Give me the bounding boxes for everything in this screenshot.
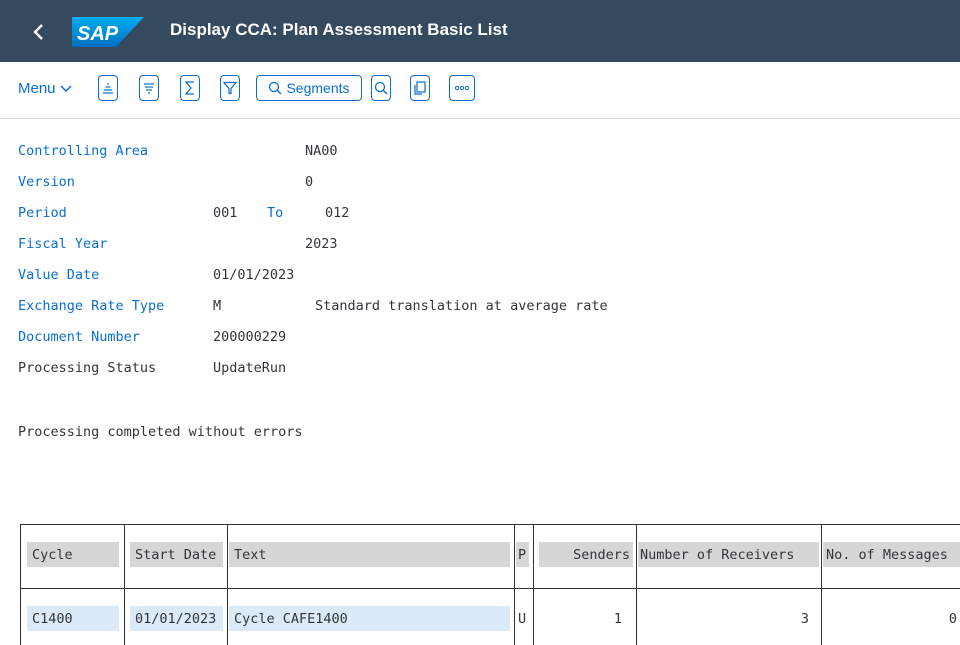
period-to-value: 012 (325, 205, 350, 221)
menu-button[interactable]: Menu (18, 80, 72, 97)
filter-button[interactable] (220, 75, 240, 101)
column-header-senders[interactable]: Senders (539, 542, 633, 567)
segments-button[interactable]: Segments (256, 75, 362, 101)
funnel-icon (223, 81, 237, 95)
controlling-area-value: NA00 (305, 143, 338, 159)
column-header-start-date[interactable]: Start Date (130, 542, 223, 567)
cell-p[interactable]: U (516, 606, 529, 631)
toolbar: Menu Segments (0, 62, 960, 119)
value-date-label: Value Date (18, 267, 100, 283)
search-icon (269, 81, 282, 95)
controlling-area-label: Controlling Area (18, 143, 149, 159)
cell-no-of-messages[interactable]: 0 (823, 606, 960, 631)
more-dots-icon (454, 85, 470, 91)
cell-start-date[interactable]: 01/01/2023 (130, 606, 223, 631)
column-header-p[interactable]: P (516, 542, 529, 567)
column-header-cycle[interactable]: Cycle (27, 542, 119, 567)
back-button[interactable] (25, 16, 53, 48)
status-message: Processing completed without errors (18, 424, 303, 440)
table-divider (636, 524, 637, 645)
cell-cycle[interactable]: C1400 (27, 606, 119, 631)
copy-icon (414, 81, 426, 95)
table-divider (514, 524, 515, 645)
svg-text:SAP: SAP (77, 23, 119, 45)
table-divider (821, 524, 822, 645)
fiscal-year-label: Fiscal Year (18, 236, 108, 252)
sort-button[interactable] (98, 75, 118, 101)
cell-senders[interactable]: 1 (539, 606, 625, 631)
sum-button[interactable] (180, 75, 200, 101)
column-header-no-of-messages[interactable]: No. of Messages (823, 542, 960, 567)
exchange-rate-type-label: Exchange Rate Type (18, 298, 165, 314)
value-date-value: 01/01/2023 (213, 267, 295, 283)
processing-status-value: UpdateRun (213, 360, 287, 376)
filter-lines-button[interactable] (139, 75, 159, 101)
chevron-left-icon (33, 24, 43, 40)
version-value: 0 (305, 174, 314, 190)
table-divider (227, 524, 228, 645)
chevron-down-icon (60, 84, 72, 92)
version-label: Version (18, 174, 75, 190)
fiscal-year-value: 2023 (305, 236, 338, 252)
segments-label: Segments (286, 80, 350, 96)
sort-lines-icon (103, 83, 113, 94)
copy-button[interactable] (410, 75, 430, 101)
menu-label: Menu (18, 80, 56, 97)
cell-text[interactable]: Cycle CAFE1400 (229, 606, 510, 631)
more-button[interactable] (449, 75, 475, 101)
period-label: Period (18, 205, 67, 221)
exchange-rate-type-value: M (213, 298, 222, 314)
column-header-text[interactable]: Text (229, 542, 510, 567)
sap-logo: SAP (72, 17, 144, 47)
exchange-rate-type-description: Standard translation at average rate (315, 298, 608, 314)
period-from-value: 001 (213, 205, 238, 221)
document-number-value: 200000229 (213, 329, 287, 345)
document-number-label: Document Number (18, 329, 140, 345)
column-header-number-of-receivers[interactable]: Number of Receivers (638, 542, 819, 567)
period-to-label: To (267, 205, 284, 221)
sigma-icon (184, 81, 194, 95)
table-divider (533, 524, 534, 645)
table-divider (20, 588, 960, 589)
cell-number-of-receivers[interactable]: 3 (638, 606, 812, 631)
shell-bar: SAP Display CCA: Plan Assessment Basic L… (0, 0, 960, 62)
app-title: Display CCA: Plan Assessment Basic List (170, 20, 508, 39)
align-lines-icon (144, 83, 154, 94)
processing-status-label: Processing Status (18, 360, 157, 376)
find-button[interactable] (371, 75, 391, 101)
table-divider (124, 524, 125, 645)
search-icon (374, 81, 388, 95)
